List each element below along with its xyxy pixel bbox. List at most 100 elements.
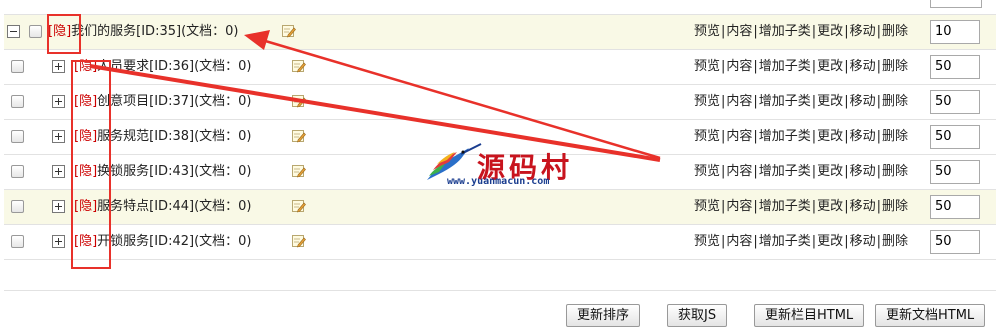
tree-collapse-icon[interactable]: [7, 25, 20, 38]
tree-expand-icon[interactable]: [52, 165, 65, 178]
previous-sort-input[interactable]: [930, 0, 982, 8]
edit-link[interactable]: 更改: [817, 129, 843, 144]
table-row-parent: [隐]我们的服务[ID:35](文档：0) 预览|内容|增加子类|更改|移动|删…: [4, 14, 996, 50]
category-name[interactable]: 换锁服务[ID:43](文档：0): [97, 164, 251, 179]
edit-icon[interactable]: [282, 25, 296, 38]
preview-link[interactable]: 预览: [694, 24, 720, 39]
update-sort-button[interactable]: 更新排序: [566, 304, 641, 327]
watermark-logo: 源码村 www.yuanmacun.com: [425, 140, 615, 192]
delete-link[interactable]: 删除: [882, 24, 908, 39]
preview-link[interactable]: 预览: [694, 199, 720, 214]
add-child-link[interactable]: 增加子类: [759, 94, 811, 109]
table-row: [隐]创意项目[ID:37](文档：0) 预览|内容|增加子类|更改|移动|删除: [4, 85, 996, 120]
content-link[interactable]: 内容: [726, 164, 752, 179]
delete-link[interactable]: 删除: [882, 199, 908, 214]
category-name[interactable]: 开锁服务[ID:42](文档：0): [97, 234, 251, 249]
row-checkbox[interactable]: [11, 235, 24, 248]
row-checkbox[interactable]: [11, 200, 24, 213]
category-table: [隐]我们的服务[ID:35](文档：0) 预览|内容|增加子类|更改|移动|删…: [4, 14, 996, 260]
content-link[interactable]: 内容: [726, 59, 752, 74]
move-link[interactable]: 移动: [850, 129, 876, 144]
edit-icon[interactable]: [292, 165, 306, 178]
content-link[interactable]: 内容: [726, 24, 752, 39]
sort-input[interactable]: [930, 20, 980, 44]
preview-link[interactable]: 预览: [694, 59, 720, 74]
row-actions: 预览|内容|增加子类|更改|移动|删除: [693, 129, 908, 144]
sort-input[interactable]: [930, 160, 980, 184]
row-checkbox[interactable]: [11, 95, 24, 108]
edit-icon[interactable]: [292, 200, 306, 213]
edit-link[interactable]: 更改: [817, 199, 843, 214]
delete-link[interactable]: 删除: [882, 164, 908, 179]
sort-input[interactable]: [930, 125, 980, 149]
previous-row-stub: [0, 0, 1000, 12]
edit-link[interactable]: 更改: [817, 164, 843, 179]
row-checkbox[interactable]: [29, 25, 42, 38]
delete-link[interactable]: 删除: [882, 59, 908, 74]
row-actions: 预览|内容|增加子类|更改|移动|删除: [693, 94, 908, 109]
category-name[interactable]: 人员要求[ID:36](文档：0): [97, 59, 251, 74]
table-row: [隐]开锁服务[ID:42](文档：0) 预览|内容|增加子类|更改|移动|删除: [4, 225, 996, 260]
row-actions: 预览|内容|增加子类|更改|移动|删除: [693, 199, 908, 214]
add-child-link[interactable]: 增加子类: [759, 199, 811, 214]
sort-input[interactable]: [930, 90, 980, 114]
add-child-link[interactable]: 增加子类: [759, 164, 811, 179]
row-checkbox[interactable]: [11, 130, 24, 143]
category-name[interactable]: 服务规范[ID:38](文档：0): [97, 129, 251, 144]
category-name[interactable]: 我们的服务[ID:35](文档：0): [71, 24, 238, 39]
edit-icon[interactable]: [292, 60, 306, 73]
edit-icon[interactable]: [292, 130, 306, 143]
content-link[interactable]: 内容: [726, 129, 752, 144]
preview-link[interactable]: 预览: [694, 164, 720, 179]
category-name[interactable]: 服务特点[ID:44](文档：0): [97, 199, 251, 214]
footer-divider: [4, 290, 996, 291]
edit-icon[interactable]: [292, 95, 306, 108]
get-js-button[interactable]: 获取JS: [667, 304, 728, 327]
tree-expand-icon[interactable]: [52, 60, 65, 73]
row-actions: 预览|内容|增加子类|更改|移动|删除: [693, 59, 908, 74]
content-link[interactable]: 内容: [726, 199, 752, 214]
edit-link[interactable]: 更改: [817, 94, 843, 109]
update-column-html-button[interactable]: 更新栏目HTML: [754, 304, 865, 327]
table-row: [隐]人员要求[ID:36](文档：0) 预览|内容|增加子类|更改|移动|删除: [4, 50, 996, 85]
sort-input[interactable]: [930, 230, 980, 254]
sort-input[interactable]: [930, 195, 980, 219]
tree-expand-icon[interactable]: [52, 130, 65, 143]
category-name[interactable]: 创意项目[ID:37](文档：0): [97, 94, 251, 109]
annotation-box-child-tags: [71, 60, 111, 269]
move-link[interactable]: 移动: [850, 234, 876, 249]
delete-link[interactable]: 删除: [882, 94, 908, 109]
update-doc-html-button[interactable]: 更新文档HTML: [875, 304, 986, 327]
preview-link[interactable]: 预览: [694, 234, 720, 249]
row-checkbox[interactable]: [11, 60, 24, 73]
row-actions: 预览|内容|增加子类|更改|移动|删除: [693, 234, 908, 249]
watermark-url: www.yuanmacun.com: [447, 176, 550, 187]
delete-link[interactable]: 删除: [882, 129, 908, 144]
edit-link[interactable]: 更改: [817, 59, 843, 74]
sort-input[interactable]: [930, 55, 980, 79]
content-link[interactable]: 内容: [726, 94, 752, 109]
edit-icon[interactable]: [292, 235, 306, 248]
move-link[interactable]: 移动: [850, 94, 876, 109]
add-child-link[interactable]: 增加子类: [759, 24, 811, 39]
edit-link[interactable]: 更改: [817, 24, 843, 39]
add-child-link[interactable]: 增加子类: [759, 234, 811, 249]
row-actions: 预览|内容|增加子类|更改|移动|删除: [693, 164, 908, 179]
delete-link[interactable]: 删除: [882, 234, 908, 249]
move-link[interactable]: 移动: [850, 164, 876, 179]
edit-link[interactable]: 更改: [817, 234, 843, 249]
tree-expand-icon[interactable]: [52, 235, 65, 248]
add-child-link[interactable]: 增加子类: [759, 59, 811, 74]
preview-link[interactable]: 预览: [694, 94, 720, 109]
content-link[interactable]: 内容: [726, 234, 752, 249]
table-row: [隐]服务特点[ID:44](文档：0) 预览|内容|增加子类|更改|移动|删除: [4, 190, 996, 225]
tree-expand-icon[interactable]: [52, 95, 65, 108]
move-link[interactable]: 移动: [850, 24, 876, 39]
preview-link[interactable]: 预览: [694, 129, 720, 144]
tree-expand-icon[interactable]: [52, 200, 65, 213]
row-checkbox[interactable]: [11, 165, 24, 178]
add-child-link[interactable]: 增加子类: [759, 129, 811, 144]
row-actions: 预览|内容|增加子类|更改|移动|删除: [693, 24, 908, 39]
move-link[interactable]: 移动: [850, 199, 876, 214]
move-link[interactable]: 移动: [850, 59, 876, 74]
